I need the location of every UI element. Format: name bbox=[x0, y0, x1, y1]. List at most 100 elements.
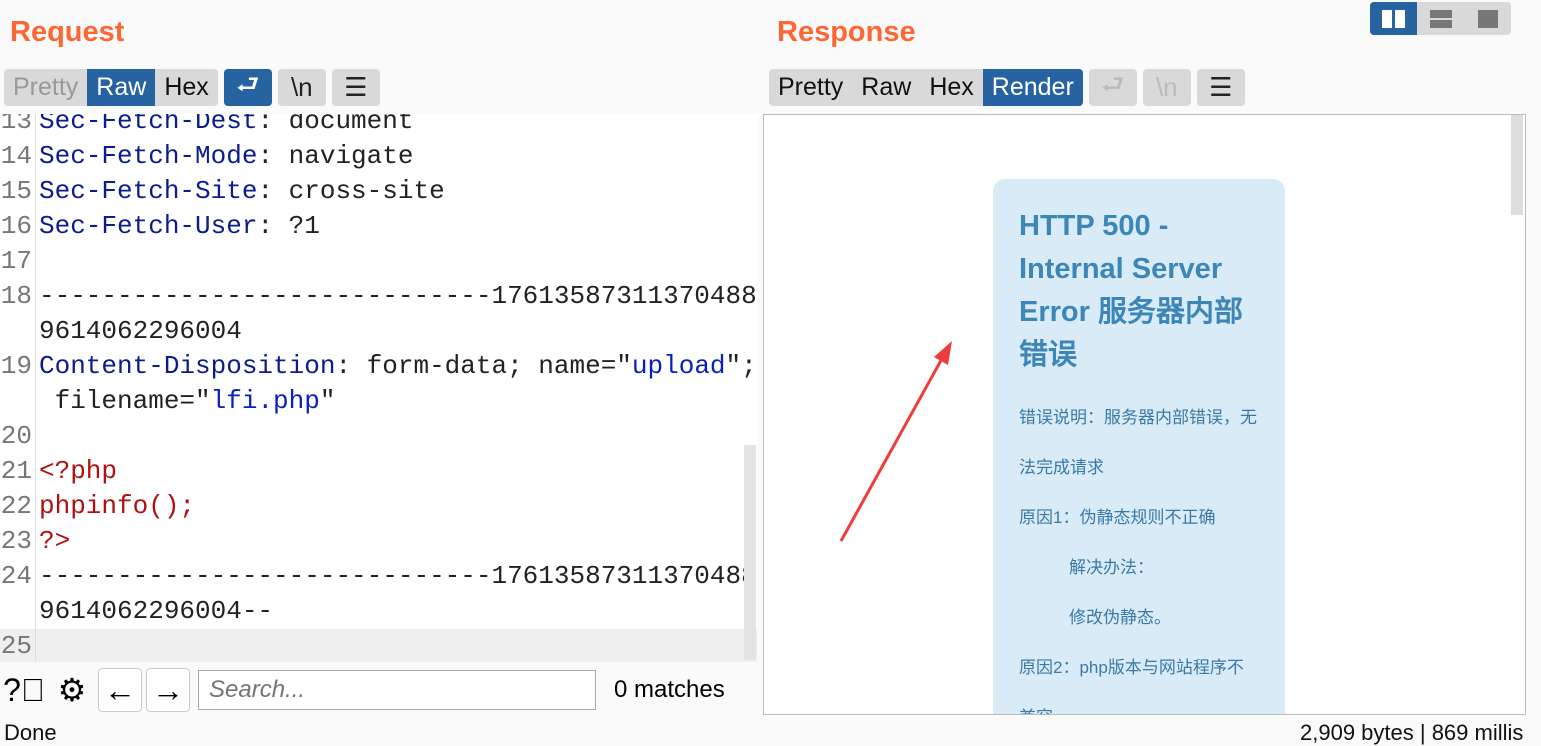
line-number bbox=[0, 384, 36, 419]
code-token: Content-Disposition bbox=[39, 351, 336, 381]
status-left: Done bbox=[4, 720, 57, 745]
code-line: 19 Content-Disposition: form-data; name="… bbox=[0, 349, 757, 384]
line-number: 15 bbox=[0, 174, 36, 209]
wrap-icon[interactable]: ⮐ bbox=[223, 69, 272, 106]
code-line: 25 bbox=[0, 629, 757, 662]
newline-icon[interactable]: \n bbox=[277, 69, 326, 106]
code-line: 9614062296004 bbox=[0, 314, 757, 349]
code-token: Sec-Fetch-Site bbox=[39, 176, 258, 206]
line-text: ?> bbox=[36, 524, 70, 559]
line-text: Content-Disposition: form-data; name="up… bbox=[36, 349, 757, 384]
line-number bbox=[0, 314, 36, 349]
code-token: phpinfo(); bbox=[39, 491, 196, 521]
search-input[interactable] bbox=[198, 670, 596, 710]
request-title: Request bbox=[10, 16, 125, 48]
line-number: 22 bbox=[0, 489, 36, 524]
layout-toggle bbox=[1370, 2, 1511, 35]
code-line: 16 Sec-Fetch-User: ?1 bbox=[0, 209, 757, 244]
code-line: 14 Sec-Fetch-Mode: navigate bbox=[0, 139, 757, 174]
line-number: 21 bbox=[0, 454, 36, 489]
line-text: <?php bbox=[36, 454, 117, 489]
code-line: 13 Sec-Fetch-Dest: document bbox=[0, 114, 757, 139]
code-token: lfi.php bbox=[210, 386, 320, 416]
code-token: upload bbox=[631, 351, 726, 381]
tab-raw[interactable]: Raw bbox=[87, 69, 156, 106]
response-render: HTTP 500 - Internal Server Error 服务器内部错误… bbox=[763, 114, 1526, 715]
line-number: 17 bbox=[0, 244, 36, 279]
line-text: phpinfo(); bbox=[36, 489, 195, 524]
next-arrow-icon[interactable]: → bbox=[146, 668, 190, 712]
code-token: <?php bbox=[39, 456, 118, 486]
status-right: 2,909 bytes | 869 millis bbox=[1300, 720, 1524, 745]
line-number: 18 bbox=[0, 279, 36, 314]
code-token: : document bbox=[257, 114, 414, 136]
tab-hex[interactable]: Hex bbox=[920, 69, 982, 106]
line-text: -----------------------------17613587311… bbox=[36, 559, 757, 594]
gear-icon[interactable]: ⚙ bbox=[50, 668, 94, 712]
help-icon[interactable]: ?⃝ bbox=[2, 668, 46, 712]
request-editor[interactable]: 13 Sec-Fetch-Dest: document 14 Sec-Fetch-Mo… bbox=[0, 114, 757, 662]
wrap-icon[interactable]: ⮐ bbox=[1088, 69, 1137, 106]
line-text: 9614062296004 bbox=[36, 314, 242, 349]
line-number: 23 bbox=[0, 524, 36, 559]
code-token: Sec-Fetch-User bbox=[39, 211, 258, 241]
code-token: -----------------------------17613587311… bbox=[39, 561, 757, 591]
tab-raw[interactable]: Raw bbox=[852, 69, 920, 106]
menu-icon[interactable]: ☰ bbox=[1196, 69, 1245, 106]
line-number: 20 bbox=[0, 419, 36, 454]
line-number: 13 bbox=[0, 114, 36, 139]
line-text: 9614062296004-- bbox=[36, 594, 273, 629]
line-number bbox=[0, 594, 36, 629]
code-line: 21 <?php bbox=[0, 454, 757, 489]
line-number: 14 bbox=[0, 139, 36, 174]
code-token: " bbox=[319, 386, 336, 416]
line-text bbox=[36, 244, 39, 279]
code-token: Sec-Fetch-Mode bbox=[39, 141, 258, 171]
line-number: 25 bbox=[0, 629, 36, 662]
prev-arrow-icon[interactable]: ← bbox=[98, 668, 142, 712]
line-text bbox=[36, 419, 39, 454]
request-toolbar: Pretty Raw Hex ⮐ \n ☰ bbox=[4, 69, 380, 106]
code-token: -----------------------------17613587311… bbox=[39, 281, 757, 311]
code-token: filename=" bbox=[39, 386, 211, 416]
line-number: 16 bbox=[0, 209, 36, 244]
tab-render[interactable]: Render bbox=[982, 69, 1083, 106]
request-scrollbar[interactable] bbox=[744, 445, 756, 660]
code-token: : cross-site bbox=[257, 176, 445, 206]
search-bar: ?⃝ ⚙ ← → 0 matches bbox=[0, 666, 757, 714]
match-count: 0 matches bbox=[614, 676, 725, 703]
code-line: 15 Sec-Fetch-Site: cross-site bbox=[0, 174, 757, 209]
code-token: ?> bbox=[39, 526, 71, 556]
single-pane-icon[interactable] bbox=[1464, 2, 1511, 35]
line-number: 19 bbox=[0, 349, 36, 384]
code-token: : form-data; name=" bbox=[335, 351, 632, 381]
code-token: : ?1 bbox=[257, 211, 320, 241]
code-token: "; bbox=[725, 351, 757, 381]
line-text: filename="lfi.php" bbox=[36, 384, 336, 419]
line-text: Sec-Fetch-Mode: navigate bbox=[36, 139, 413, 174]
line-text: Sec-Fetch-User: ?1 bbox=[36, 209, 320, 244]
tab-hex[interactable]: Hex bbox=[155, 69, 217, 106]
code-line: filename="lfi.php" bbox=[0, 384, 757, 419]
line-text bbox=[36, 629, 39, 662]
code-token: 9614062296004-- bbox=[39, 596, 274, 626]
code-line: 17 bbox=[0, 244, 757, 279]
side-by-side-icon[interactable] bbox=[1370, 2, 1417, 35]
menu-icon[interactable]: ☰ bbox=[331, 69, 380, 106]
top-bottom-icon[interactable] bbox=[1417, 2, 1464, 35]
line-text: Sec-Fetch-Dest: document bbox=[36, 114, 413, 139]
code-line: 9614062296004-- bbox=[0, 594, 757, 629]
newline-icon[interactable]: \n bbox=[1142, 69, 1191, 106]
tab-pretty[interactable]: Pretty bbox=[4, 69, 87, 106]
line-number: 24 bbox=[0, 559, 36, 594]
code-line: 20 bbox=[0, 419, 757, 454]
response-scrollbar[interactable] bbox=[1511, 115, 1523, 215]
tab-pretty[interactable]: Pretty bbox=[769, 69, 852, 106]
line-text: -----------------------------17613587311… bbox=[36, 279, 757, 314]
code-line: 23 ?> bbox=[0, 524, 757, 559]
code-token: Sec-Fetch-Dest bbox=[39, 114, 258, 136]
code-line: 24 -----------------------------176135873… bbox=[0, 559, 757, 594]
annotation-arrow bbox=[839, 341, 952, 542]
response-title: Response bbox=[777, 16, 916, 48]
code-line: 22 phpinfo(); bbox=[0, 489, 757, 524]
